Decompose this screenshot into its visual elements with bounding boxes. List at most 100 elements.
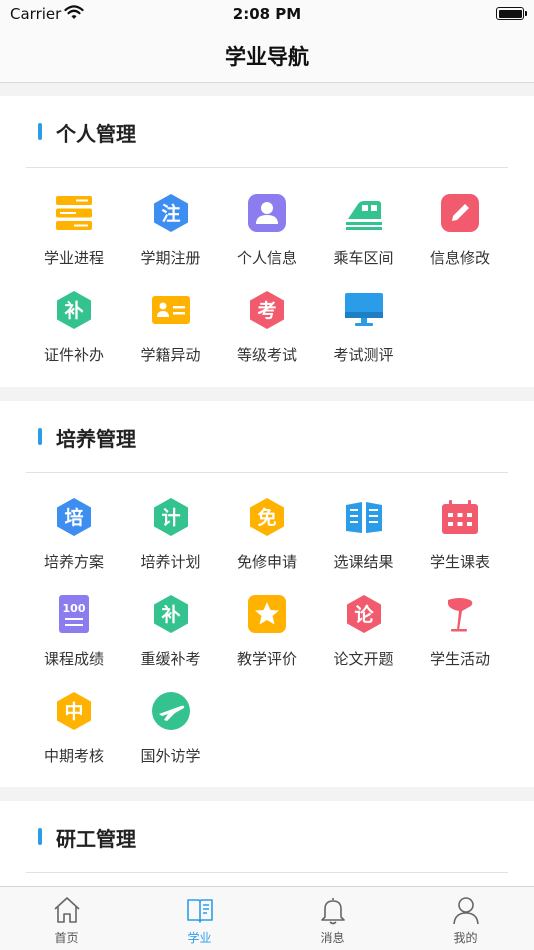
svg-text:论: 论 [354,603,374,626]
edit-pencil-icon [441,194,479,232]
score-100-icon: 100 [59,595,89,633]
grid-item-label: 中期考核 [43,747,104,765]
section-title: 研工管理 [56,827,136,851]
grid-item-label: 学籍异动 [140,346,201,364]
grid-item-label: 考试测评 [333,346,394,364]
grid-item-label: 国外访学 [140,747,201,765]
grid-item[interactable]: 选课结果 [316,497,412,593]
svg-text:免: 免 [257,506,276,529]
grid-item[interactable]: 中中期考核 [26,691,122,787]
section-header: 培养管理 [26,401,508,473]
tab-mine[interactable]: 我的 [399,887,532,950]
svg-text:考: 考 [257,300,276,322]
thesis-hex-icon: 论 [346,595,381,633]
grid-item[interactable]: 补重缓补考 [123,594,219,690]
grid-item[interactable]: 培培养方案 [26,497,122,593]
grid-item-label: 培养计划 [140,553,201,571]
section-accent-bar [38,828,42,845]
grid-item[interactable]: 学籍异动 [123,290,219,386]
battery-icon [496,7,527,20]
plan-hex-icon: 计 [153,498,188,536]
grid-item[interactable]: 计培养计划 [123,497,219,593]
star-icon [248,595,286,633]
grid-item-label: 学业进程 [43,249,104,267]
grid-item-label: 等级考试 [236,346,297,364]
exempt-hex-icon: 免 [250,498,284,536]
svg-text:注: 注 [161,202,180,225]
register-hex-icon: 注 [153,194,188,232]
section-accent-bar [38,123,42,140]
grid-item[interactable]: 100 课程成绩 [26,594,122,690]
grid-item-label: 乘车区间 [333,249,394,267]
svg-text:中: 中 [64,700,83,723]
airplane-icon [151,692,190,730]
page-title: 学业导航 [225,45,309,69]
grid-item[interactable]: 信息修改 [412,193,508,289]
grid-item-label: 教学评价 [236,650,297,668]
grid-item[interactable]: 论论文开题 [316,594,412,690]
makeup-hex-icon: 补 [153,595,188,633]
grid-item[interactable]: 考等级考试 [219,290,315,386]
section-header: 个人管理 [26,96,508,168]
svg-text:计: 计 [161,507,180,529]
grid-item[interactable]: 注学期注册 [123,193,219,289]
section-header: 研工管理 [26,801,508,873]
grid-item[interactable]: 考试测评 [316,290,412,386]
grid-item-label: 免修申请 [236,553,297,571]
grid-item[interactable]: 教学评价 [219,594,315,690]
open-book-icon [345,502,382,533]
section-title: 培养管理 [56,427,136,451]
monitor-icon [344,293,383,326]
grid-item[interactable]: 学生课表 [412,497,508,593]
calendar-icon [442,500,478,534]
svg-text:100: 100 [63,602,86,615]
section-accent-bar [38,428,42,445]
train-icon [345,201,382,230]
tab-messages[interactable]: 消息 [266,887,399,950]
svg-text:补: 补 [64,299,83,322]
flag-icon [448,598,473,632]
grid-item-label: 学生课表 [429,553,490,571]
tab-label: 我的 [453,931,478,945]
section-personal: 个人管理 学业进程注学期注册 个人信息 乘车区间 信息修改补证件补办 学籍异动考等级考试… [0,96,534,387]
status-bar: Carrier 2:08 PM [0,0,534,28]
grid-item[interactable]: 个人信息 [219,193,315,289]
grid-item-label: 个人信息 [236,249,297,267]
grid-item-label: 培养方案 [43,553,104,571]
grid-item[interactable]: 国外访学 [123,691,219,787]
person-icon [248,194,286,232]
svg-text:培: 培 [64,506,83,529]
section-title: 个人管理 [56,122,136,146]
tab-label: 消息 [320,931,345,945]
grid-item[interactable]: 乘车区间 [316,193,412,289]
grid-item-label: 学期注册 [140,249,201,267]
nav-bar: 学业导航 [0,28,534,83]
grid-item-label: 选课结果 [333,553,394,571]
training-hex-icon: 培 [57,498,91,536]
grid-item[interactable]: 学生活动 [412,594,508,690]
svg-text:补: 补 [161,603,180,626]
tab-study[interactable]: 学业 [133,887,266,950]
replace-hex-icon: 补 [57,291,91,329]
grid-item-label: 信息修改 [429,249,490,267]
id-card-icon [151,296,190,324]
grid-item[interactable]: 补证件补办 [26,290,122,386]
home-icon [54,897,80,923]
grid-item-label: 证件补办 [43,346,104,364]
progress-bars-icon [56,196,92,230]
exam-hex-icon: 考 [250,291,284,329]
section-training: 培养管理 培培养方案计培养计划免免修申请 选课结果 学生课表 100 课程成绩补重缓补考… [0,401,534,787]
grid-item[interactable]: 免免修申请 [219,497,315,593]
grid-item-label: 重缓补考 [140,650,201,668]
profile-icon [453,897,479,925]
grid-item-label: 课程成绩 [43,650,104,668]
grid-item-label: 论文开题 [333,650,394,668]
clock: 2:08 PM [232,5,302,23]
tab-home[interactable]: 首页 [0,887,133,950]
section-postgrad: 研工管理 [0,801,534,891]
grid-item-label: 学生活动 [429,650,490,668]
tab-label: 学业 [187,931,212,945]
grid-item[interactable]: 学业进程 [26,193,122,289]
book-icon [187,899,213,923]
midterm-hex-icon: 中 [57,692,91,730]
